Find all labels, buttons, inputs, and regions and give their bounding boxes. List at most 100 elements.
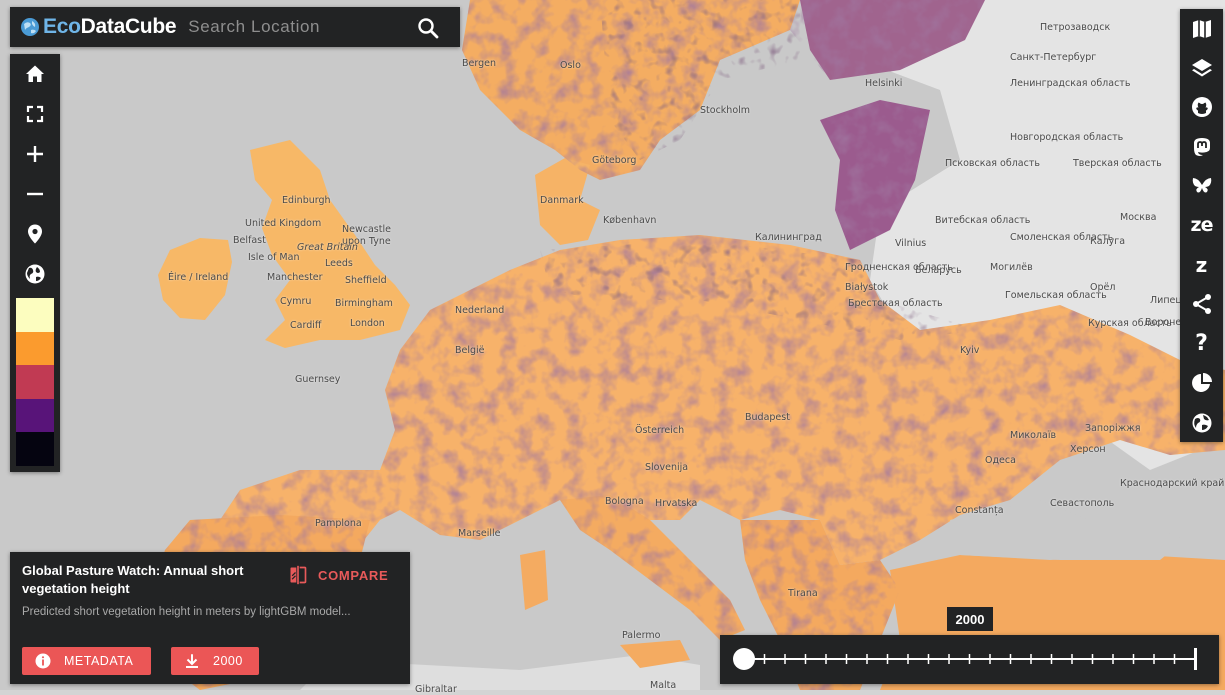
map-label: Херсон bbox=[1070, 444, 1106, 455]
map-label: Belfast bbox=[233, 235, 266, 246]
map-label: Краснодарский край bbox=[1120, 478, 1225, 489]
download-icon bbox=[186, 654, 198, 668]
map-label: Nederland bbox=[455, 305, 505, 316]
layer-title: Global Pasture Watch: Annual short veget… bbox=[22, 563, 244, 596]
map-label: London bbox=[350, 318, 385, 329]
map-label: Budapest bbox=[745, 412, 790, 423]
search-bar: EcoDataCube bbox=[10, 7, 460, 47]
app-logo[interactable]: EcoDataCube bbox=[43, 15, 177, 39]
map-label: Bologna bbox=[605, 496, 644, 507]
map-label: Marseille bbox=[458, 528, 501, 539]
home-button[interactable] bbox=[10, 54, 60, 94]
map-label: Oslo bbox=[560, 60, 581, 71]
logo-eco-text: Eco bbox=[43, 15, 81, 38]
map-label: Constanța bbox=[955, 505, 1004, 516]
timeline-panel bbox=[720, 635, 1219, 684]
year-slider[interactable] bbox=[720, 635, 1219, 684]
left-toolbar bbox=[10, 54, 60, 472]
pie-chart-icon bbox=[1191, 373, 1212, 393]
map-label: Sheffield bbox=[345, 275, 387, 286]
map-label: Севастополь bbox=[1050, 498, 1115, 509]
layers-button[interactable] bbox=[1180, 48, 1223, 87]
map-label: Edinburgh bbox=[282, 195, 331, 206]
map-label: Bergen bbox=[462, 58, 496, 69]
zotero-icon: z bbox=[1195, 253, 1208, 278]
map-label: Vilnius bbox=[895, 238, 927, 249]
mastodon-button[interactable] bbox=[1180, 127, 1223, 166]
map-label: Москва bbox=[1120, 212, 1157, 223]
legend-swatch bbox=[16, 298, 54, 332]
world-icon bbox=[1192, 413, 1211, 433]
land-sardinia bbox=[520, 550, 548, 610]
map-label: Manchester bbox=[267, 272, 323, 283]
map-label: Malta bbox=[650, 680, 677, 691]
map-label: Stockholm bbox=[700, 105, 751, 116]
zenodo-icon: ze bbox=[1190, 214, 1214, 237]
compare-label: COMPARE bbox=[318, 567, 389, 583]
map-icon bbox=[1192, 19, 1211, 38]
legend-swatch bbox=[16, 365, 54, 399]
share-icon bbox=[1192, 294, 1211, 315]
info-icon bbox=[35, 653, 51, 669]
selected-year-badge: 2000 bbox=[947, 607, 993, 631]
help-icon: ? bbox=[1195, 330, 1208, 356]
fullscreen-button[interactable] bbox=[10, 94, 60, 134]
map-label: Петрозаводск bbox=[1040, 22, 1111, 33]
map-label: Palermo bbox=[622, 630, 661, 641]
map-label: Витебская область bbox=[935, 215, 1031, 226]
bluesky-icon bbox=[1192, 178, 1211, 193]
home-icon bbox=[26, 65, 44, 82]
map-label: Одеса bbox=[985, 455, 1016, 466]
map-label: United Kingdom bbox=[245, 218, 322, 229]
search-icon[interactable] bbox=[416, 16, 440, 40]
slider-end-marker bbox=[1194, 648, 1197, 670]
world-button[interactable] bbox=[1180, 403, 1223, 442]
search-input[interactable] bbox=[186, 16, 406, 38]
slider-handle[interactable] bbox=[733, 648, 755, 670]
map-label: København bbox=[603, 215, 657, 226]
map-label: Birmingham bbox=[335, 298, 393, 309]
map-label: Leeds bbox=[325, 258, 353, 269]
map-label: Kyiv bbox=[960, 345, 980, 356]
layers-icon bbox=[1191, 59, 1212, 77]
github-button[interactable] bbox=[1180, 88, 1223, 127]
map-label: Запоріжжя bbox=[1085, 423, 1141, 434]
zoom-out-button[interactable] bbox=[10, 174, 60, 214]
metadata-button[interactable]: METADATA bbox=[22, 647, 151, 675]
map-label: Гродненская область bbox=[845, 262, 953, 273]
map-label: Białystok bbox=[845, 282, 889, 293]
help-button[interactable]: ? bbox=[1180, 324, 1223, 363]
map-label: Éire / Ireland bbox=[168, 272, 229, 283]
bluesky-button[interactable] bbox=[1180, 167, 1223, 206]
zoom-out-icon bbox=[27, 192, 43, 196]
zoom-in-button[interactable] bbox=[10, 134, 60, 174]
zoom-in-icon bbox=[27, 146, 43, 162]
map-label: Great Britain bbox=[297, 242, 358, 253]
map-label: Миколаїв bbox=[1010, 430, 1057, 441]
compare-button[interactable]: COMPARE bbox=[288, 564, 388, 586]
zenodo-button[interactable]: ze bbox=[1180, 206, 1223, 245]
share-button[interactable] bbox=[1180, 285, 1223, 324]
map-label: Pamplona bbox=[315, 518, 362, 529]
map-label: Guernsey bbox=[295, 374, 341, 385]
right-toolbar: ze z ? bbox=[1180, 9, 1223, 442]
statistics-button[interactable] bbox=[1180, 364, 1223, 403]
zotero-button[interactable]: z bbox=[1180, 245, 1223, 284]
map-label: Göteborg bbox=[592, 155, 637, 166]
map-button[interactable] bbox=[1180, 9, 1223, 48]
github-icon bbox=[1191, 97, 1212, 118]
map-label: Калининград bbox=[755, 232, 822, 243]
map-label: Danmark bbox=[540, 195, 584, 206]
location-button[interactable] bbox=[10, 214, 60, 254]
map-label: Ленинградская область bbox=[1010, 78, 1131, 89]
map-label: Hrvatska bbox=[655, 498, 698, 509]
map-label: Тверская область bbox=[1073, 158, 1162, 169]
map-label: België bbox=[455, 345, 485, 356]
globe-view-button[interactable] bbox=[10, 254, 60, 294]
map-label: Санкт-Петербург bbox=[1010, 52, 1097, 63]
download-button[interactable]: 2000 bbox=[171, 647, 259, 675]
legend-color-scale bbox=[16, 298, 54, 466]
map-label: Helsinki bbox=[865, 78, 903, 89]
map-label: Isle of Man bbox=[248, 252, 300, 263]
mastodon-icon bbox=[1193, 137, 1210, 156]
